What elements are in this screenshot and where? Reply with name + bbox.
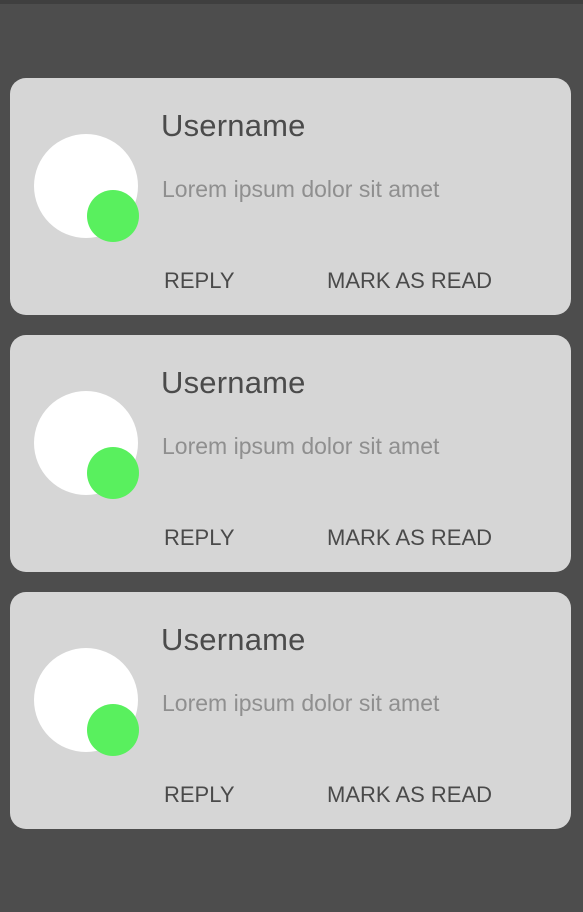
notification-card[interactable]: Username Lorem ipsum dolor sit amet REPL… — [10, 592, 571, 829]
reply-button[interactable]: REPLY — [164, 525, 235, 551]
notification-card[interactable]: Username Lorem ipsum dolor sit amet REPL… — [10, 78, 571, 315]
avatar-container — [34, 134, 139, 242]
online-status-icon — [87, 447, 139, 499]
notification-screen: Username Lorem ipsum dolor sit amet REPL… — [0, 0, 583, 912]
message-preview: Lorem ipsum dolor sit amet — [162, 176, 440, 202]
mark-as-read-button[interactable]: MARK AS READ — [327, 525, 492, 551]
username-label: Username — [161, 365, 306, 400]
avatar-container — [34, 648, 139, 756]
mark-as-read-button[interactable]: MARK AS READ — [327, 782, 492, 808]
username-label: Username — [161, 108, 306, 143]
online-status-icon — [87, 704, 139, 756]
reply-button[interactable]: REPLY — [164, 782, 235, 808]
avatar-container — [34, 391, 139, 499]
online-status-icon — [87, 190, 139, 242]
username-label: Username — [161, 622, 306, 657]
mark-as-read-button[interactable]: MARK AS READ — [327, 268, 492, 294]
message-preview: Lorem ipsum dolor sit amet — [162, 690, 440, 716]
message-preview: Lorem ipsum dolor sit amet — [162, 433, 440, 459]
notification-card[interactable]: Username Lorem ipsum dolor sit amet REPL… — [10, 335, 571, 572]
reply-button[interactable]: REPLY — [164, 268, 235, 294]
